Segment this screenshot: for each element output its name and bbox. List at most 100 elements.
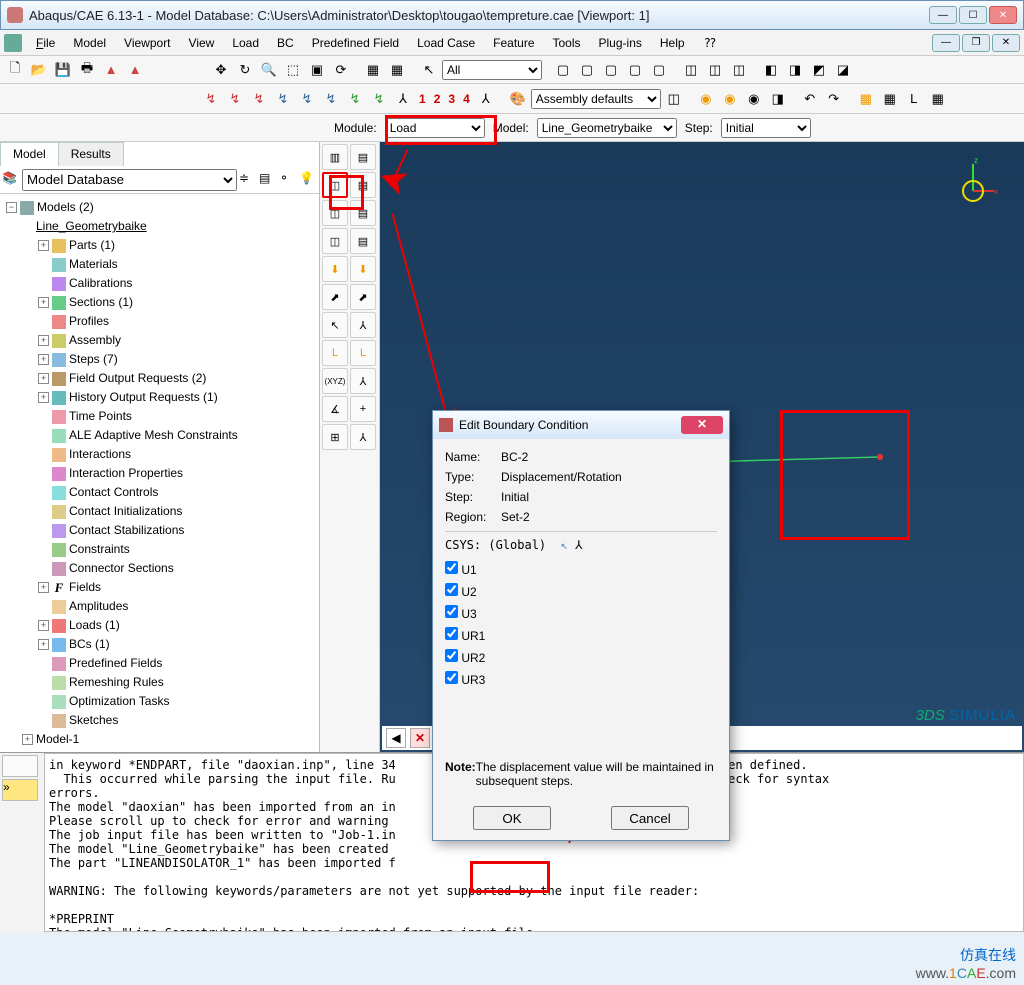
tool-4a[interactable]: ◫ [322,228,348,254]
tree-item[interactable]: Sketches [69,711,118,730]
check-ur2[interactable]: UR2 [445,646,717,668]
tree-item[interactable]: Contact Controls [69,483,158,502]
step-select[interactable]: Initial [721,118,811,138]
tree-item[interactable]: Interactions [69,445,131,464]
tool-6b[interactable]: ⬈ [350,284,376,310]
render2-icon[interactable]: ◫ [704,59,726,81]
checkbox-ur2[interactable] [445,649,458,662]
tree-line[interactable]: Line_Geometrybaike [36,217,147,236]
expand-icon[interactable]: + [38,297,49,308]
checkbox-u3[interactable] [445,605,458,618]
ok-button[interactable]: OK [473,806,551,830]
tree-item[interactable]: Parts (1) [69,236,115,255]
save-icon[interactable]: 💾 [52,59,74,81]
tree-item[interactable]: Contact Stabilizations [69,521,184,540]
tool-1b[interactable]: ▤ [350,144,376,170]
tool-5b[interactable]: ⬇ [350,256,376,282]
cube1-icon[interactable]: ▢ [552,59,574,81]
menu-load[interactable]: Load [224,32,267,54]
expand-icon[interactable]: + [38,335,49,346]
m4-icon[interactable]: ▦ [927,88,949,110]
csys-pick-icon[interactable]: ↖ [561,538,568,552]
tab-results[interactable]: Results [58,142,124,166]
cube2-icon[interactable]: ▢ [576,59,598,81]
persp3-icon[interactable]: ◩ [808,59,830,81]
tree-item[interactable]: Calibrations [69,274,132,293]
persp1-icon[interactable]: ◧ [760,59,782,81]
tree-item[interactable]: Optimization Tasks [69,692,169,711]
tree-item[interactable]: Predefined Fields [69,654,162,673]
persp2-icon[interactable]: ◨ [784,59,806,81]
expand-icon[interactable]: + [38,392,49,403]
expand-icon[interactable]: + [38,373,49,384]
mdb-select[interactable]: Model Database [22,169,237,191]
cs4-icon[interactable]: ↯ [272,88,294,110]
tree-item[interactable]: Time Points [69,407,132,426]
prompt-back-button[interactable]: ◀ [386,728,406,748]
tree-item[interactable]: Materials [69,255,118,274]
grid2-icon[interactable]: ▦ [386,59,408,81]
cube4-icon[interactable]: ▢ [624,59,646,81]
check-u1[interactable]: U1 [445,558,717,580]
tool-4b[interactable]: ▤ [350,228,376,254]
fit-icon[interactable]: ▣ [306,59,328,81]
menu-plugins[interactable]: Plug-ins [591,32,650,54]
filter2-icon[interactable]: ▤ [259,171,277,189]
mdi-min-button[interactable]: — [932,34,960,52]
tool-11b[interactable]: ⅄ [350,424,376,450]
tree-item[interactable]: Connector Sections [69,559,174,578]
pan-icon[interactable]: ✥ [210,59,232,81]
bulb-icon[interactable]: 💡 [299,171,317,189]
tool-10a[interactable]: ∡ [322,396,348,422]
cancel-button[interactable]: Cancel [611,806,689,830]
palette-icon[interactable]: 🎨 [507,88,529,110]
m3-icon[interactable]: L [903,88,925,110]
tool-8a[interactable]: L [322,340,348,366]
close-button[interactable]: ✕ [989,6,1017,24]
grid1-icon[interactable]: ▦ [362,59,384,81]
tree-item[interactable]: Fields [69,578,101,597]
menu-loadcase[interactable]: Load Case [409,32,483,54]
menu-model[interactable]: Model [65,32,114,54]
menu-view[interactable]: View [181,32,223,54]
menu-file[interactable]: File [28,32,63,54]
display-select[interactable]: All [442,60,542,80]
tree-item[interactable]: Assembly [69,331,121,350]
mdi-restore-button[interactable]: ❐ [962,34,990,52]
v2-icon[interactable]: ◉ [719,88,741,110]
tree-item[interactable]: History Output Requests (1) [69,388,218,407]
model-select[interactable]: Line_Geometrybaike [537,118,677,138]
filter3-icon[interactable]: ⚬ [279,171,297,189]
assembly-select[interactable]: Assembly defaults [531,89,661,109]
filter1-icon[interactable]: ≑ [239,171,257,189]
checkbox-ur3[interactable] [445,671,458,684]
tree-models[interactable]: Models (2) [37,198,94,217]
tool-11a[interactable]: ⊞ [322,424,348,450]
pointer-icon[interactable]: ↖ [418,59,440,81]
tab-model[interactable]: Model [0,142,59,166]
open-icon[interactable]: 📂 [28,59,50,81]
expand-icon[interactable]: + [38,354,49,365]
tree-item[interactable]: Field Output Requests (2) [69,369,206,388]
tool-6a[interactable]: ⬈ [322,284,348,310]
whatsthis-icon[interactable]: ⁇ [697,32,724,54]
log-btn1[interactable] [2,755,38,777]
persp4-icon[interactable]: ◪ [832,59,854,81]
menu-help[interactable]: Help [652,32,693,54]
tree-item[interactable]: Steps (7) [69,350,118,369]
tree-item[interactable]: Contact Initializations [69,502,182,521]
check-ur1[interactable]: UR1 [445,624,717,646]
m2-icon[interactable]: ▦ [879,88,901,110]
u1-icon[interactable]: ↶ [799,88,821,110]
model-tree[interactable]: −Models (2) Line_Geometrybaike +Parts (1… [0,194,319,752]
expand-icon[interactable]: + [38,582,49,593]
tool-7a[interactable]: ↖ [322,312,348,338]
tree-model1[interactable]: Model-1 [36,730,79,749]
tool-9a[interactable]: (XYZ) [322,368,348,394]
cs7-icon[interactable]: ↯ [344,88,366,110]
tree-item[interactable]: Interaction Properties [69,464,183,483]
tree-item[interactable]: Constraints [69,540,130,559]
prompt-cancel-button[interactable]: ✕ [410,728,430,748]
tree-item[interactable]: Sections (1) [69,293,133,312]
dialog-close-button[interactable]: ✕ [681,416,723,434]
